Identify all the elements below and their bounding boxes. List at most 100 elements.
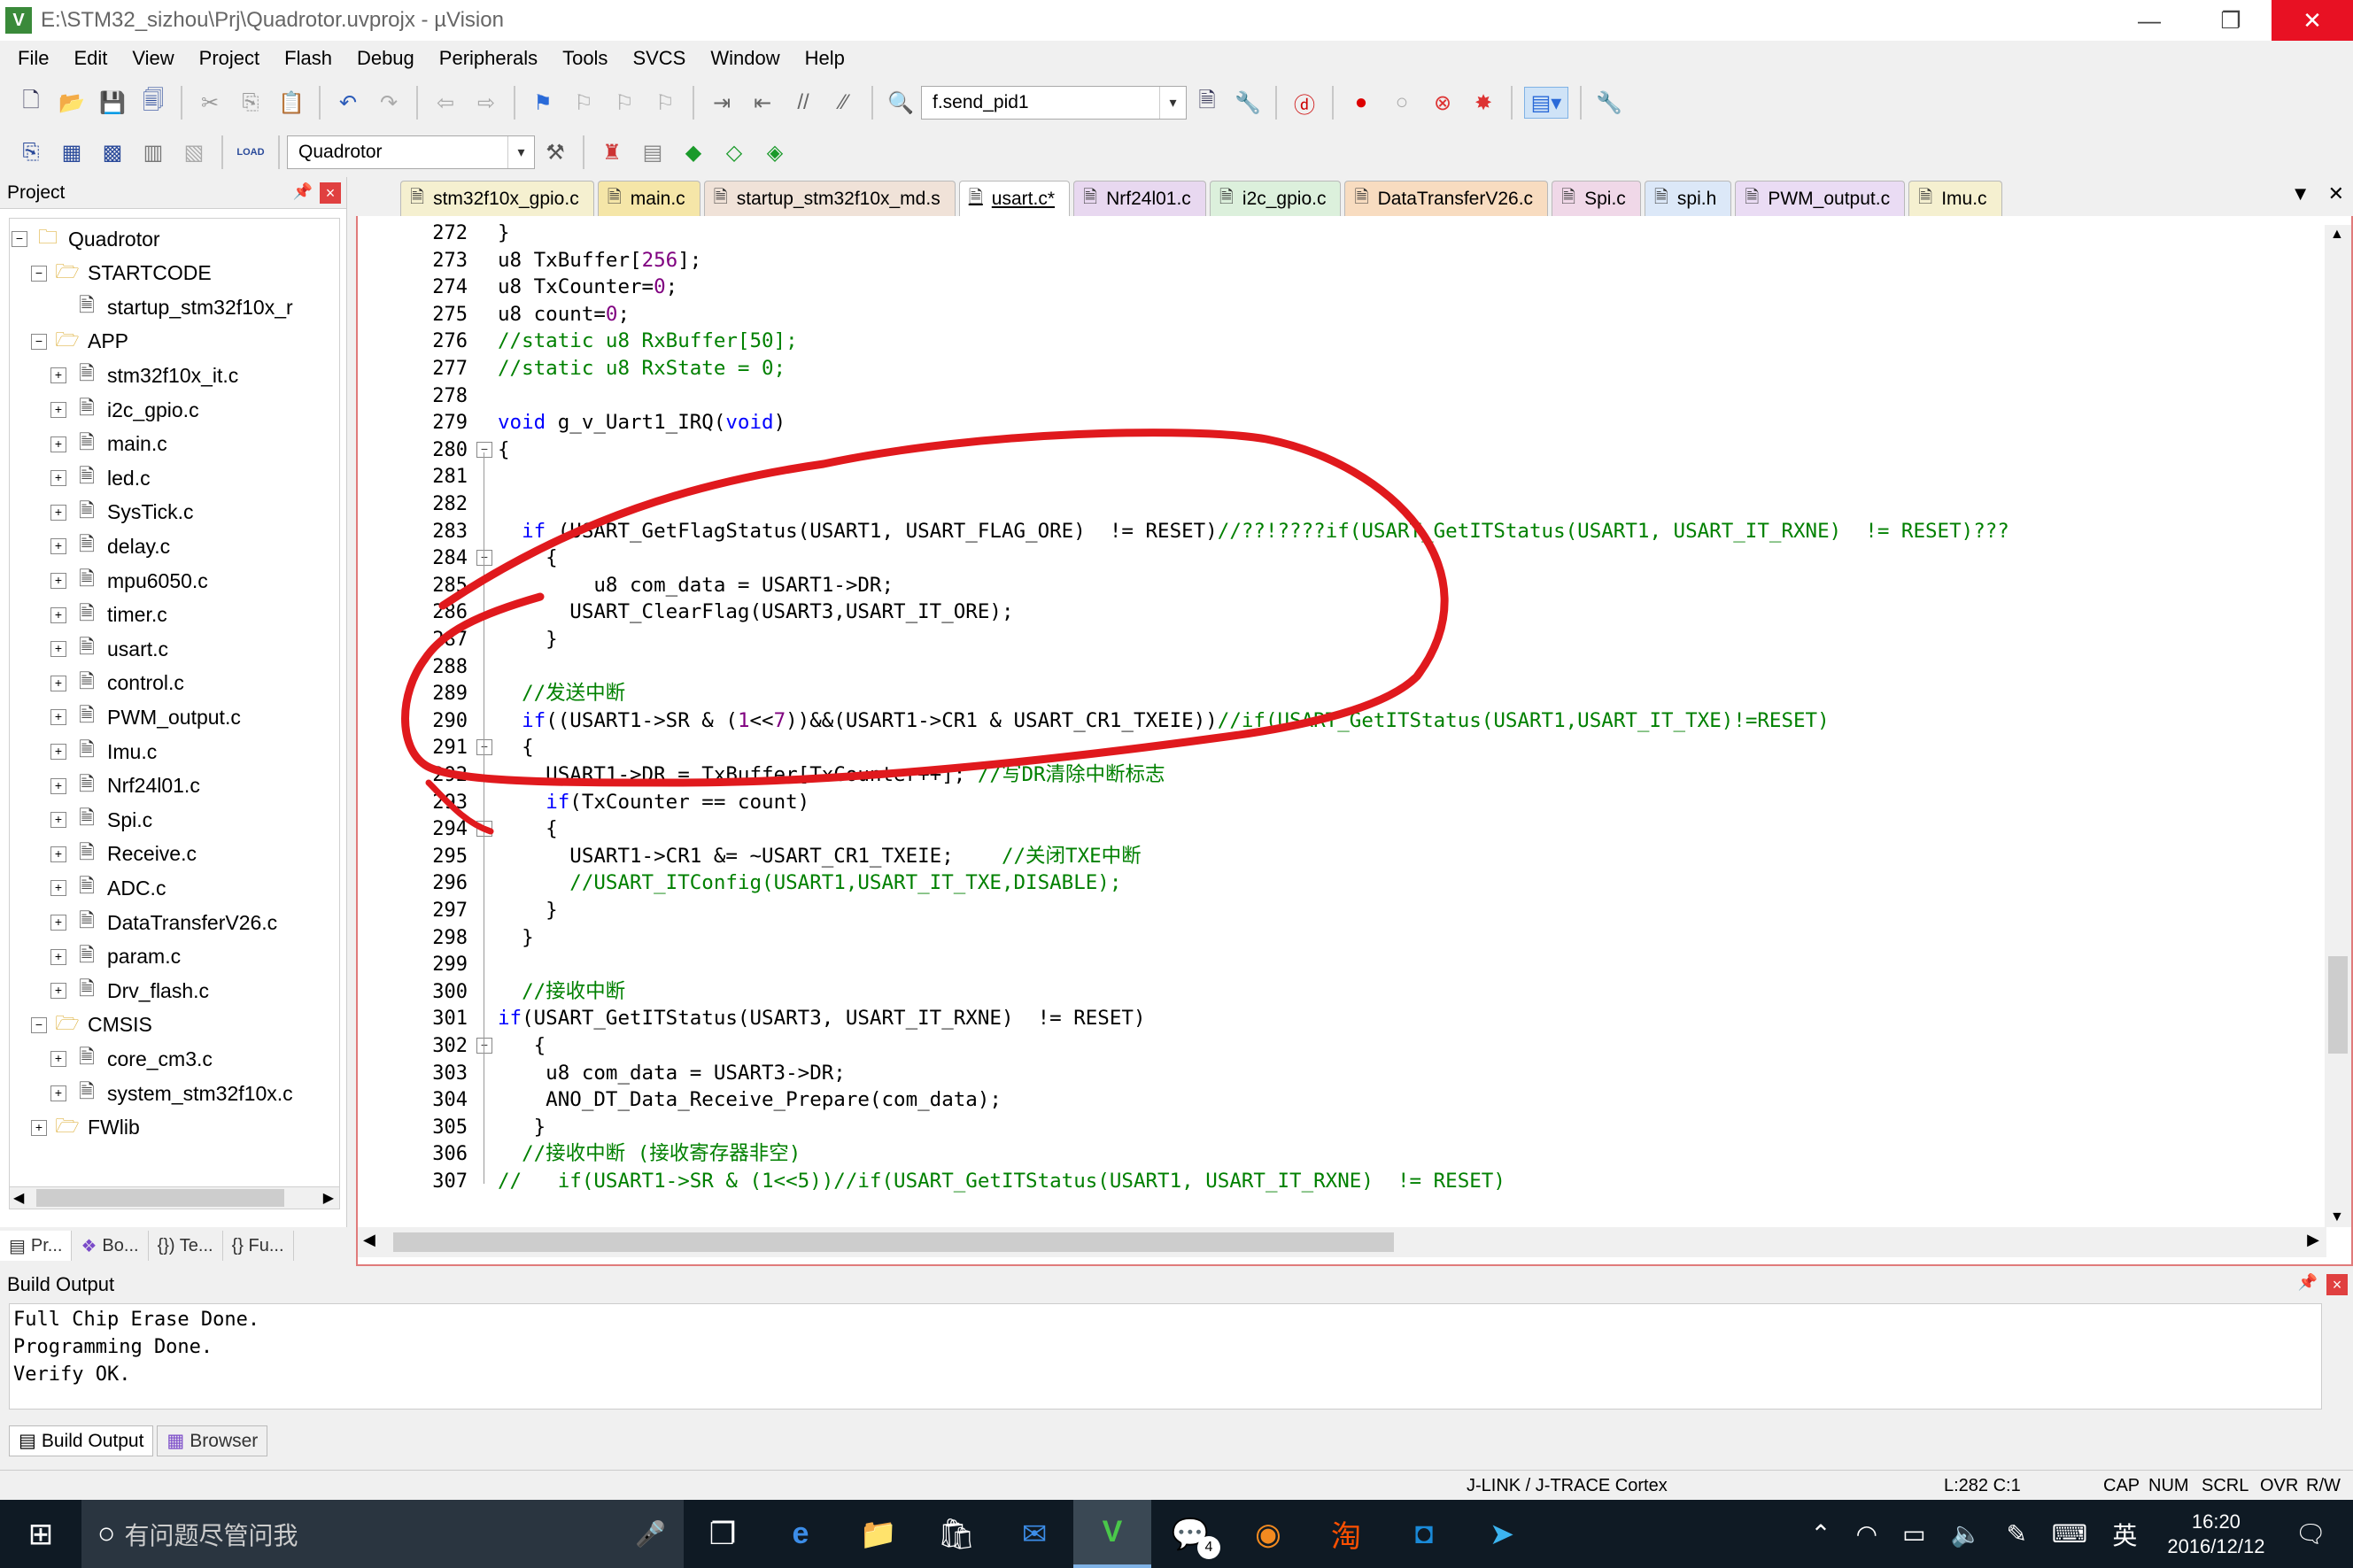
taskbar-clock[interactable]: 16:20 2016/12/12 (2167, 1510, 2264, 1559)
scroll-up-icon[interactable]: ▲ (2330, 227, 2344, 243)
batch-build-icon[interactable]: ▥ (137, 136, 169, 168)
send-app-icon[interactable]: ➤ (1463, 1500, 1541, 1568)
collapse-icon[interactable]: − (12, 231, 27, 247)
expand-icon[interactable]: + (50, 641, 66, 658)
expand-icon[interactable]: + (50, 504, 66, 521)
tree-file-item[interactable]: + 🗎 stm32f10x_it.c (50, 359, 238, 392)
tree-file-item[interactable]: + 🗎 i2c_gpio.c (50, 393, 199, 427)
menu-help[interactable]: Help (793, 47, 857, 70)
tree-file-item[interactable]: + 🗎 param.c (50, 940, 181, 974)
menu-window[interactable]: Window (698, 47, 792, 70)
tree-horizontal-scrollbar[interactable]: ◀ ▶ (9, 1186, 340, 1209)
tree-file-item[interactable]: + 🗎 Receive.c (50, 838, 197, 871)
unindent-icon[interactable]: ⇤ (747, 87, 778, 119)
clear-bookmarks-icon[interactable]: ⚐ (649, 87, 681, 119)
kill-all-breakpoints-icon[interactable]: ✸ (1467, 87, 1499, 119)
editor-tab[interactable]: 🗎 usart.c* (958, 181, 1070, 216)
breakpoint-disabled-icon[interactable]: ○ (1386, 87, 1418, 119)
tab-books[interactable]: ❖ Bo... (72, 1231, 149, 1261)
scroll-down-icon[interactable]: ▼ (2330, 1209, 2344, 1225)
expand-icon[interactable]: + (50, 948, 66, 965)
copy-icon[interactable]: ⎘ (235, 87, 267, 119)
comment-icon[interactable]: // (787, 87, 819, 119)
code-line[interactable]: u8 TxCounter=0; (498, 274, 677, 301)
incremental-find-icon[interactable]: 🗎 (1191, 87, 1223, 119)
tree-file-item[interactable]: + 🗎 Imu.c (50, 735, 157, 769)
fold-toggle-icon[interactable]: − (476, 739, 492, 756)
code-line[interactable]: USART1->DR = TxBuffer[TxCounter++]; //写D… (498, 761, 1165, 789)
edge-browser-icon[interactable]: e (762, 1500, 840, 1568)
next-bookmark-icon[interactable]: ⚐ (608, 87, 640, 119)
code-line[interactable]: } (498, 897, 558, 924)
tab-build-output[interactable]: ▤ Build Output (9, 1425, 154, 1456)
tree-file-item[interactable]: + 🗎 system_stm32f10x.c (50, 1077, 293, 1110)
code-line[interactable]: USART_ClearFlag(USART3,USART_IT_ORE); (498, 599, 1013, 626)
code-line[interactable]: if((USART1->SR & (1<<7))&&(USART1->CR1 &… (498, 707, 1830, 735)
taobao-icon[interactable]: 淘 (1307, 1500, 1385, 1568)
code-line[interactable]: //USART_ITConfig(USART1,USART_IT_TXE,DIS… (498, 869, 1121, 897)
save-all-icon[interactable]: 🗐 (137, 87, 169, 119)
action-center-icon[interactable]: 🗨 (2295, 1519, 2326, 1549)
code-line[interactable]: } (498, 220, 510, 247)
expand-icon[interactable]: + (50, 367, 66, 384)
expand-icon[interactable]: + (50, 709, 66, 726)
tab-browser[interactable]: ▦ Browser (157, 1425, 268, 1456)
tree-file-item[interactable]: + 🗎 ADC.c (50, 871, 166, 905)
tree-file-item[interactable]: + 🗎 usart.c (50, 632, 168, 666)
expand-icon[interactable]: + (50, 402, 66, 418)
build-output-text[interactable]: Full Chip Erase Done. Programming Done. … (9, 1303, 2322, 1410)
find-combo[interactable]: f.send_pid1 ▾ (921, 86, 1187, 120)
tree-file-item[interactable]: + 🗎 DataTransferV26.c (50, 906, 277, 939)
menu-edit[interactable]: Edit (61, 47, 120, 70)
close-button[interactable]: ✕ (2272, 0, 2353, 41)
editor-tab[interactable]: 🗎 Imu.c (1908, 181, 2002, 216)
scroll-right-icon[interactable]: ▶ (323, 1189, 334, 1207)
menu-file[interactable]: File (5, 47, 61, 70)
code-line[interactable]: } (498, 1114, 546, 1141)
expand-icon[interactable]: + (50, 573, 66, 589)
chevron-down-icon[interactable]: ▾ (507, 136, 534, 168)
fold-toggle-icon[interactable]: − (476, 441, 492, 458)
tree-file-item[interactable]: 🗎 startup_stm32f10x_r (50, 290, 293, 324)
editor-tab[interactable]: 🗎 i2c_gpio.c (1209, 181, 1342, 216)
tree-file-item[interactable]: + 🗎 led.c (50, 461, 151, 495)
tree-file-item[interactable]: + 🗎 mpu6050.c (50, 564, 208, 598)
menu-view[interactable]: View (120, 47, 186, 70)
editor-tab[interactable]: 🗎 spi.h (1644, 181, 1732, 216)
tree-file-item[interactable]: + 🗎 SysTick.c (50, 496, 194, 529)
expand-icon[interactable]: + (50, 777, 66, 794)
expand-icon[interactable]: + (50, 1085, 66, 1101)
tree-file-item[interactable]: + 🗎 main.c (50, 428, 167, 461)
expand-icon[interactable]: + (50, 470, 66, 487)
source-browser-icon[interactable]: 🔧 (1232, 87, 1264, 119)
cortana-search-box[interactable]: ○ 有问题尽管问我 🎤 (81, 1500, 684, 1568)
expand-icon[interactable]: + (50, 538, 66, 555)
prev-bookmark-icon[interactable]: ⚐ (568, 87, 600, 119)
expand-icon[interactable]: + (50, 983, 66, 1000)
editor-tab[interactable]: 🗎 startup_stm32f10x_md.s (703, 181, 956, 216)
paste-icon[interactable]: 📋 (275, 87, 307, 119)
microphone-icon[interactable]: 🎤 (635, 1519, 666, 1549)
file-explorer-icon[interactable]: 📁 (840, 1500, 917, 1568)
code-line[interactable]: if(TxCounter == count) (498, 789, 809, 816)
file-extensions-icon[interactable]: ▤ (637, 136, 669, 168)
close-icon[interactable]: × (320, 182, 341, 204)
expand-icon[interactable]: + (50, 606, 66, 623)
cut-icon[interactable]: ✂ (194, 87, 226, 119)
code-line[interactable]: // if(USART1->SR & (1<<5))//if(USART_Get… (498, 1168, 1505, 1195)
expand-icon[interactable]: + (50, 812, 66, 829)
tree-root-item[interactable]: − 🗀 Quadrotor (12, 222, 160, 256)
scroll-thumb[interactable] (2328, 956, 2348, 1054)
window-layout-icon[interactable]: ▤▾ (1524, 87, 1568, 119)
collapse-icon[interactable]: − (31, 333, 47, 350)
expand-icon[interactable]: + (50, 675, 66, 691)
scroll-thumb[interactable] (36, 1189, 284, 1207)
load-icon[interactable]: LOAD (235, 136, 267, 168)
expand-icon[interactable]: + (50, 744, 66, 760)
pin-icon[interactable]: 📌 (293, 182, 313, 201)
code-line[interactable]: if (USART_GetFlagStatus(USART1, USART_FL… (498, 518, 2009, 545)
uvision-taskbar-icon[interactable]: V (1073, 1500, 1151, 1568)
ime-indicator[interactable]: 英 (2112, 1517, 2137, 1552)
fold-toggle-icon[interactable]: − (476, 550, 492, 567)
tree-file-item[interactable]: + 🗎 timer.c (50, 599, 167, 632)
